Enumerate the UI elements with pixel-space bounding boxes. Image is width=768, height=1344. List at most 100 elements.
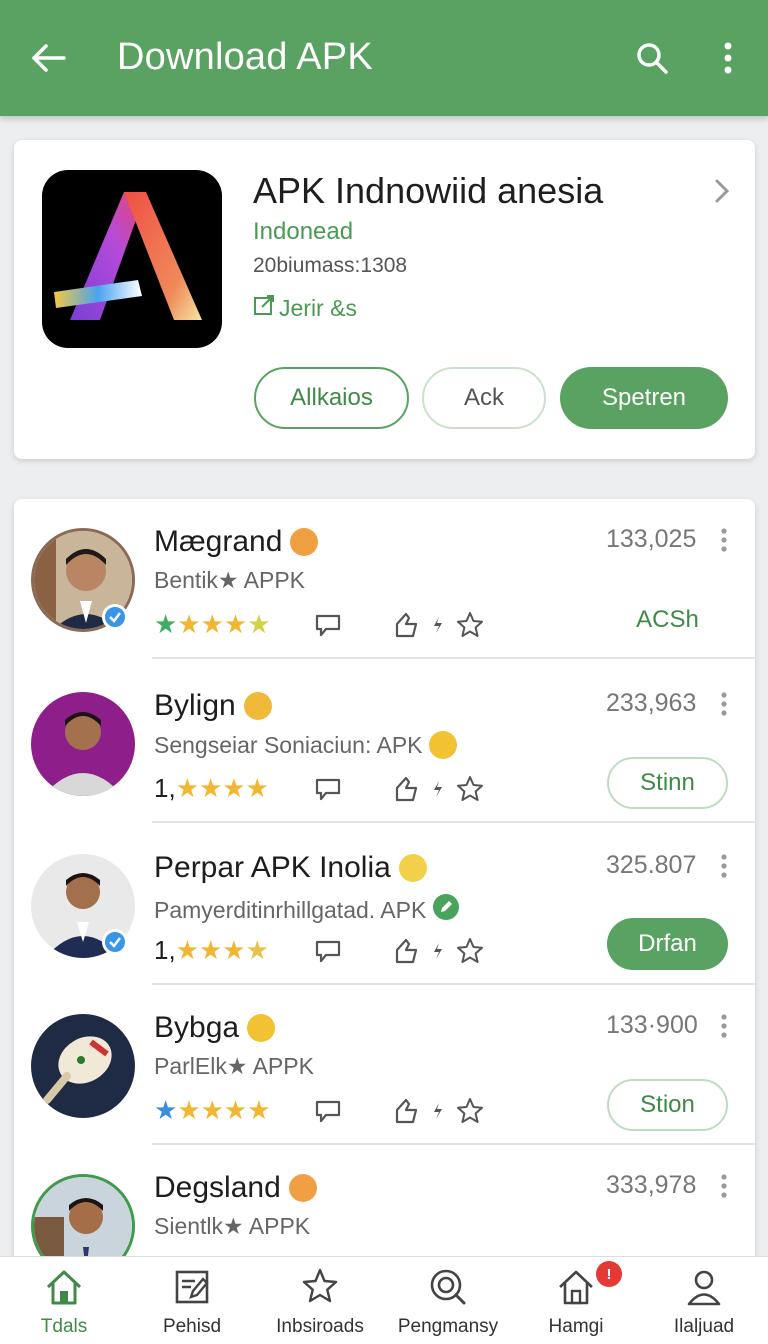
item-subtitle: Bentik★ APPK [154,567,306,593]
chevron-right-icon[interactable] [710,176,734,206]
star-outline-icon[interactable] [452,1093,488,1129]
list-item[interactable]: Perpar APK Inolia Pamyerditinrhillgatad.… [14,825,755,985]
star-half-icon: ★ [245,935,269,965]
item-name-text: Bylign [154,689,236,722]
edit-note-icon [171,1267,213,1312]
nav-item-ilaljuad[interactable]: Ilaljuad [640,1257,768,1344]
list-item[interactable]: Bylign Sengseiar Soniaciun: APK 233,963 … [14,663,755,823]
spetren-button[interactable]: Spetren [560,367,728,429]
emoji-icon [247,1014,276,1042]
ack-button[interactable]: Ack [422,367,546,429]
item-name-text: Bybga [154,1011,240,1044]
share-icon[interactable] [388,607,424,643]
star-outline-icon[interactable] [452,607,488,643]
star-icon: ★★★ [177,609,248,639]
item-name: Perpar APK Inolia [154,851,427,885]
list-item[interactable]: Mægrand Bentik★ APPK 133,025 ★ ★★★ ★ ACSh [14,499,755,659]
emoji-icon [398,854,427,882]
avatar [31,1014,135,1118]
item-subtitle: Sientlk★ APPK [154,1213,311,1239]
share-icon[interactable] [388,771,424,807]
item-action-button[interactable]: ACSh [607,594,728,646]
more-vert-icon[interactable] [708,36,748,80]
more-vert-icon[interactable] [714,1013,734,1039]
item-actions [310,607,488,643]
comment-icon[interactable] [310,933,346,969]
search-icon[interactable] [630,36,674,80]
item-subtitle-text: Sengseiar Soniaciun: APK [154,731,423,758]
nav-item-pehisd[interactable]: Pehisd [128,1257,256,1344]
share-icon[interactable] [388,933,424,969]
allkaios-button[interactable]: Allkaios [254,367,409,429]
flash-icon[interactable] [424,933,452,969]
avatar [31,692,135,796]
home-icon [43,1267,85,1312]
nav-label: Tdals [40,1316,88,1337]
comment-icon[interactable] [310,607,346,643]
app-logo-icon [42,170,222,348]
external-link[interactable]: Jerir &s [253,294,357,322]
item-action-button[interactable]: Stion [607,1079,728,1131]
flash-icon[interactable] [424,771,452,807]
search-target-icon [427,1267,469,1312]
item-subtitle: Pamyerditinrhillgatad. APK [154,893,460,927]
star-icon: ★★★★ [177,1095,271,1125]
verified-icon [102,604,128,630]
item-name: Mægrand [154,525,319,559]
nav-item-pengmansy[interactable]: Pengmansy [384,1257,512,1344]
comment-icon[interactable] [310,771,346,807]
arrow-left-icon[interactable] [26,36,70,80]
bottom-navigation: Tdals Pehisd Inbsiroads Pengmansy ! Hamg… [0,1256,768,1344]
star-icon: ★★★ [175,935,246,965]
emoji-icon [290,528,319,556]
star-icon: ★★★★ [175,773,269,803]
download-count: 133,025 [606,525,697,553]
download-count: 333,978 [606,1171,697,1199]
rating-prefix: 1, [154,935,176,965]
more-vert-icon[interactable] [714,527,734,553]
item-actions [310,933,488,969]
flash-icon[interactable] [424,1093,452,1129]
nav-label: Ilaljuad [673,1316,735,1337]
star-half-icon: ★ [247,609,271,639]
item-name-text: Mægrand [154,525,283,558]
nav-label: Inbsiroads [276,1316,364,1337]
star-outline-icon[interactable] [452,933,488,969]
emoji-icon [243,692,272,720]
open-external-icon [253,294,275,322]
item-subtitle: ParlElk★ APPK [154,1053,314,1079]
item-action-button[interactable]: Stinn [607,757,728,809]
star-icon: ★ [154,1095,178,1125]
more-vert-icon[interactable] [714,691,734,717]
item-name-text: Degsland [154,1171,281,1204]
more-vert-icon[interactable] [714,853,734,879]
item-name: Degsland [154,1171,317,1205]
featured-app-card[interactable]: APK Indnowiid anesia Indonead 20biumass:… [14,140,755,459]
verified-icon [102,929,128,955]
comment-icon[interactable] [310,1093,346,1129]
edit-badge-icon [432,893,460,927]
nav-item-inbsiroads[interactable]: Inbsiroads [256,1257,384,1344]
flash-icon[interactable] [424,607,452,643]
notification-badge: ! [596,1261,622,1287]
divider [152,657,755,659]
item-name: Bybga [154,1011,276,1045]
rating-stars: 1, ★★★★ [154,773,269,804]
rating-stars: ★★★★★ [154,1095,271,1126]
nav-label: Hamgi [548,1316,604,1337]
nav-item-hamgi[interactable]: ! Hamgi [512,1257,640,1344]
star-outline-icon[interactable] [452,771,488,807]
download-count: 325.807 [606,851,697,879]
star-icon [299,1267,341,1312]
divider [152,821,755,823]
share-icon[interactable] [388,1093,424,1129]
developer-name[interactable]: Indonead [253,218,353,246]
item-action-button[interactable]: Drfan [607,918,728,970]
app-meta: 20biumass:1308 [253,254,408,277]
rating-stars: 1, ★★★★ [154,935,269,966]
rating-stars: ★★★★★ [154,609,271,640]
item-subtitle-text: Pamyerditinrhillgatad. APK [154,896,427,923]
list-item[interactable]: Bybga ParlElk★ APPK 133·900 ★ ★★★★ Stion [14,985,755,1145]
nav-item-tdals[interactable]: Tdals [0,1257,128,1344]
more-vert-icon[interactable] [714,1173,734,1199]
